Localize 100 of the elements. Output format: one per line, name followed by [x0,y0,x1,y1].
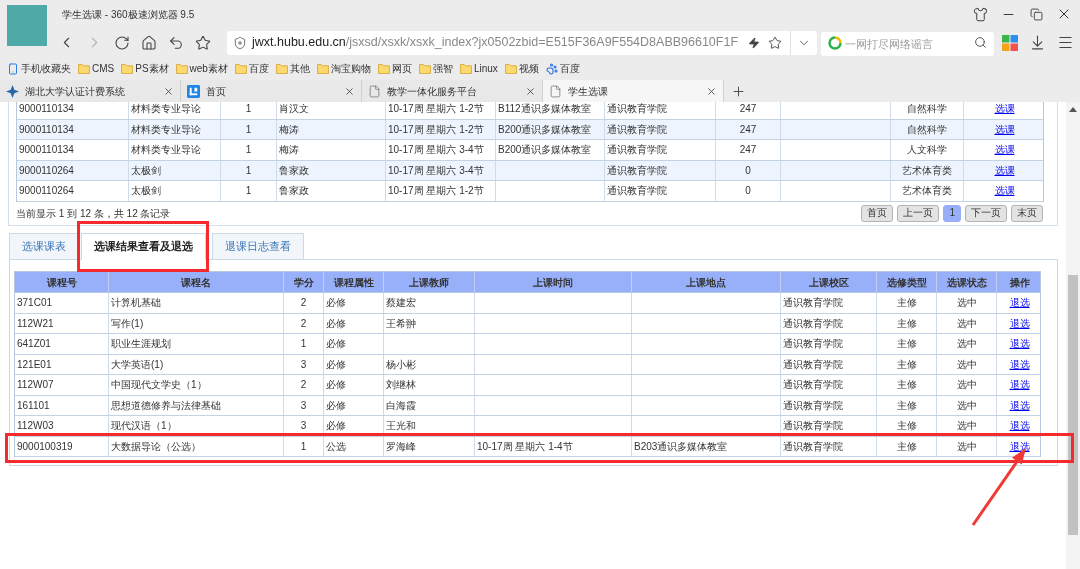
table-cell: 艺术体育类 [891,181,964,201]
home-icon[interactable] [141,34,157,51]
bookmark-item[interactable]: CMS [78,61,115,76]
close-tab-icon[interactable] [525,85,536,97]
page-button[interactable]: 末页 [1011,204,1043,222]
lightning-icon[interactable] [748,36,760,49]
bookmark-item[interactable]: 视频 [504,61,539,76]
page-button[interactable]: 下一页 [965,204,1007,222]
bookmark-item[interactable]: web素材 [175,61,228,76]
table-cell: 161101 [15,395,109,415]
table-cell: 选中 [937,436,997,456]
close-tab-icon[interactable] [344,85,355,97]
table-cell: 计算机基础 [109,293,284,313]
page-button[interactable]: 1 [943,204,961,222]
scroll-up-icon[interactable] [1069,107,1077,112]
bookmark-item[interactable]: 强智 [418,61,453,76]
select-course-link[interactable]: 选课 [994,121,1015,137]
table-cell: 主修 [877,293,937,313]
bookmark-item[interactable]: 网页 [377,61,412,76]
withdraw-link[interactable]: 退选 [1009,418,1030,434]
browser-tab[interactable]: 教学一体化服务平台 [362,80,543,102]
table-cell: 主修 [877,354,937,374]
folder-icon [275,63,288,74]
table-cell: 371C01 [15,293,109,313]
search-field[interactable]: 一网打尽网络谣言 [821,31,994,56]
scrollbar-thumb[interactable] [1068,275,1078,535]
table-cell: 选中 [937,416,997,436]
bookmark-item[interactable]: 淘宝购物 [316,61,371,76]
table-cell: 通识教育学院 [781,313,877,333]
column-header: 课程号 [15,272,109,292]
table-cell: 通识教育学院 [605,102,716,119]
table-cell: 通识教育学院 [605,181,716,201]
scrollbar[interactable] [1066,102,1080,569]
table-cell: 现代汉语（1） [109,416,284,436]
search-icon[interactable] [974,36,987,49]
table-cell: 王希翀 [384,313,475,333]
withdraw-link[interactable]: 退选 [1009,315,1030,331]
table-cell: 121E01 [15,354,109,374]
star-icon[interactable] [768,35,782,50]
download-icon[interactable] [1029,34,1046,51]
address-bar[interactable]: jwxt.hubu.edu.cn/jsxsd/xsxk/xsxk_index?jx0502zbid=E515F36A9F554D8ABB96610F1F [227,30,817,55]
browser-tab[interactable]: 湖北大学认证计费系统 [0,80,181,102]
table-cell: 2 [284,293,324,313]
folder-icon [234,63,247,74]
table-cell: 材料类专业导论 [129,140,221,160]
content-tab[interactable]: 选课课表 [9,233,79,260]
bookmark-item[interactable]: 百度 [234,61,269,76]
bookmark-item[interactable]: 百度 [545,61,580,76]
bookmark-item[interactable]: 手机收藏夹 [7,61,71,76]
table-cell: 1 [221,119,277,139]
withdraw-link[interactable]: 退选 [1009,377,1030,393]
table-cell: 通识教育学院 [781,293,877,313]
record-summary: 当前显示 1 到 12 条，共 12 条记录 [16,206,171,221]
select-course-link[interactable]: 选课 [994,142,1015,158]
bookmark-item[interactable]: PS素材 [121,61,169,76]
table-cell: 10-17周 星期六 1-2节 [386,181,496,201]
withdraw-link[interactable]: 退选 [1009,295,1030,311]
table-cell: 人文科学 [891,140,964,160]
table-cell: 1 [221,181,277,201]
table-cell: 641Z01 [15,334,109,354]
withdraw-link[interactable]: 退选 [1009,397,1030,413]
column-header: 上课地点 [632,272,781,292]
withdraw-link[interactable]: 退选 [1009,336,1030,352]
app-grid-icon[interactable] [1002,34,1018,51]
table-cell: 3 [284,395,324,415]
menu-icon[interactable] [1057,34,1074,51]
table-cell: 必修 [324,354,384,374]
browser-tab[interactable]: 学生选课 [543,80,724,102]
bookmark-star-icon[interactable] [195,34,211,51]
table-cell: 9000110264 [17,181,129,201]
reload-icon[interactable] [114,34,130,51]
content-tab[interactable]: 选课结果查看及退选 [81,233,206,260]
page-button[interactable]: 首页 [861,204,894,222]
shirt-icon[interactable] [972,6,988,22]
browser-tab[interactable]: 首页 [181,80,362,102]
page-button[interactable]: 上一页 [897,204,940,222]
select-course-link[interactable]: 选课 [994,162,1015,178]
table-cell: 通识教育学院 [605,119,716,139]
restore-icon[interactable] [1029,7,1043,21]
table-cell: 公选 [324,436,384,456]
page-icon [549,84,562,98]
new-tab-icon[interactable] [731,84,746,99]
bookmark-item[interactable]: 其他 [275,61,310,76]
table-cell: 10-17周 星期六 3-4节 [386,140,496,160]
withdraw-link[interactable]: 退选 [1009,356,1030,372]
column-header: 课程属性 [324,272,384,292]
table-cell: 112W03 [15,416,109,436]
folder-icon [175,63,188,74]
table-cell: 材料类专业导论 [129,102,221,119]
content-tab[interactable]: 退课日志查看 [212,233,304,260]
table-cell: 主修 [877,313,937,333]
select-course-link[interactable]: 选课 [994,183,1015,199]
close-tab-icon[interactable] [706,85,717,97]
bookmark-item[interactable]: Linux [459,61,498,76]
table-cell: 必修 [324,375,384,395]
close-tab-icon[interactable] [163,85,174,97]
table-cell: 白海霞 [384,395,475,415]
select-course-link[interactable]: 选课 [994,102,1015,117]
undo-icon[interactable] [168,34,184,51]
column-header: 上课教师 [384,272,475,292]
